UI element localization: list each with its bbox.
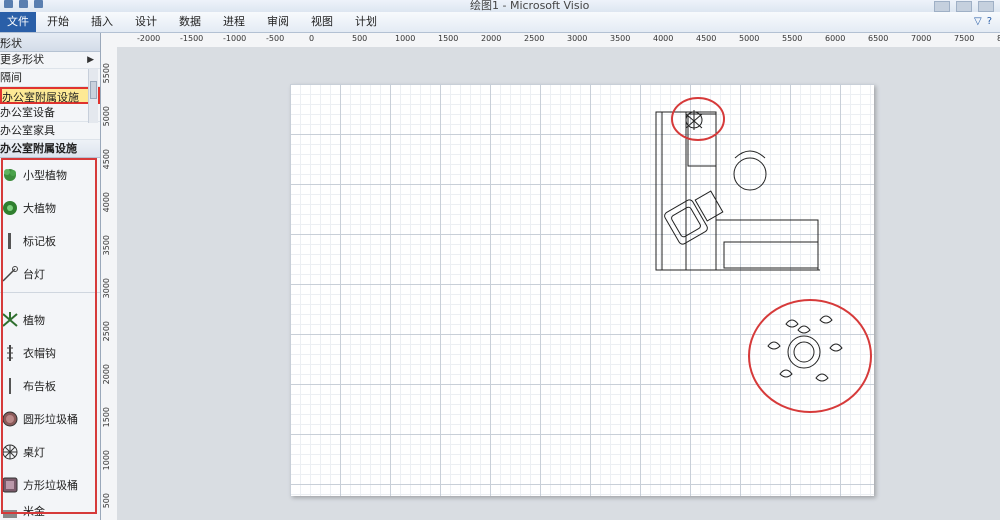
vertical-ruler: 5500 5000 4500 4000 3500 3000 2500 2000 1500 1000… <box>101 33 118 520</box>
stencil-list: 隔间 办公室附属设施 办公室设备 <box>0 69 100 123</box>
large-plant-drawing <box>767 315 843 382</box>
stencil-office-accessories[interactable]: 办公室附属设施 <box>0 87 100 104</box>
tab-design[interactable]: 设计 <box>124 12 168 32</box>
shape-round-trash[interactable]: 圆形垃圾桶 <box>0 402 100 435</box>
close-icon[interactable] <box>978 1 994 12</box>
ruler-tick-label: 2500 <box>524 34 545 43</box>
ruler-tick-label: 2000 <box>102 364 111 385</box>
ruler-tick-label: 6500 <box>868 34 889 43</box>
small-plant-icon <box>0 165 20 185</box>
ruler-tick-label: 4500 <box>102 149 111 170</box>
ribbon-minimize-icon[interactable]: ▽ <box>974 16 982 27</box>
shape-large-plant[interactable]: 大植物 <box>0 191 100 224</box>
ruler-tick-label: -500 <box>266 34 285 43</box>
ruler-tick-label: 3000 <box>567 34 588 43</box>
ruler-tick-label: -2000 <box>137 34 161 43</box>
tab-plan[interactable]: 计划 <box>344 12 388 32</box>
minimize-icon[interactable] <box>934 1 950 12</box>
floor-plan-drawing <box>655 97 872 413</box>
ruler-tick-label: 5500 <box>782 34 803 43</box>
ruler-tick-label: 3500 <box>610 34 631 43</box>
maximize-icon[interactable] <box>956 1 972 12</box>
ruler-tick-label: 500 <box>352 34 368 43</box>
collapse-panel-icon[interactable]: ‹ <box>0 34 94 47</box>
large-plant-highlight-circle <box>748 299 872 413</box>
ruler-tick-label: 1500 <box>102 407 111 428</box>
ruler-tick-label: 1000 <box>102 450 111 471</box>
ruler-tick-label: 5000 <box>739 34 760 43</box>
shape-icon <box>0 501 20 520</box>
file-tab[interactable]: 文件 <box>0 12 36 32</box>
tab-process[interactable]: 进程 <box>212 12 256 32</box>
ruler-tick-label: 4500 <box>696 34 717 43</box>
desk-lamp-icon <box>0 264 20 284</box>
horizontal-ruler: -2000 -1500 -1000 -500 0 500 1000 1500 2000 2500 3… <box>117 33 1000 48</box>
ruler-tick-label: 5000 <box>102 106 111 127</box>
shapes-panel-header: 形状 ‹ <box>0 33 100 52</box>
bulletin-board-icon <box>0 376 20 396</box>
shape-table-lamp[interactable]: 桌灯 <box>0 435 100 468</box>
scrollbar-thumb[interactable] <box>90 81 97 99</box>
ruler-tick-label: 500 <box>102 493 111 509</box>
shape-square-trash[interactable]: 方形垃圾桶 <box>0 468 100 501</box>
ruler-tick-label: 6000 <box>825 34 846 43</box>
ruler-tick-label: 0 <box>309 34 315 43</box>
ruler-tick-label: 7000 <box>911 34 932 43</box>
more-shapes-button[interactable]: 更多形状 ▶ <box>0 52 100 69</box>
shape-list: 小型植物 大植物 标记板 台灯 植物 衣帽钩 布告板 圆形垃圾桶 桌灯 方形垃圾… <box>0 158 100 520</box>
tab-home[interactable]: 开始 <box>36 12 80 32</box>
ruler-tick-label: 2000 <box>481 34 502 43</box>
title-bar: 绘图1 - Microsoft Visio <box>0 0 1000 12</box>
square-trash-icon <box>0 475 20 495</box>
round-chair-icon <box>733 150 767 191</box>
tab-data[interactable]: 数据 <box>168 12 212 32</box>
stencil-scrollbar[interactable] <box>88 69 98 123</box>
shapes-panel: 形状 ‹ 更多形状 ▶ 隔间 办公室附属设施 办公室设备 办公室家具 办公室附属… <box>0 33 101 520</box>
quick-access-toolbar[interactable] <box>4 0 43 10</box>
ruler-tick-label: 3000 <box>102 278 111 299</box>
window-title: 绘图1 - Microsoft Visio <box>470 0 590 12</box>
tab-insert[interactable]: 插入 <box>80 12 124 32</box>
stencil-office-furniture[interactable]: 办公室家具 <box>0 123 100 140</box>
shape-desk-lamp[interactable]: 台灯 <box>0 257 100 290</box>
large-plant-icon <box>0 198 20 218</box>
shape-plant[interactable]: 植物 <box>0 303 100 336</box>
ruler-tick-label: 4000 <box>653 34 674 43</box>
drawing-canvas[interactable] <box>117 47 1000 520</box>
ruler-tick-label: -1500 <box>180 34 204 43</box>
shape-marker-board[interactable]: 标记板 <box>0 224 100 257</box>
stencil-office-equipment[interactable]: 办公室设备 <box>0 104 100 122</box>
ruler-tick-label: 5500 <box>102 63 111 84</box>
ruler-tick-label: 4000 <box>102 192 111 213</box>
shape-bulletin-board[interactable]: 布告板 <box>0 369 100 402</box>
ruler-tick-label: 7500 <box>954 34 975 43</box>
shape-partial[interactable]: 米金 <box>0 501 100 520</box>
help-icon[interactable]: ? <box>987 16 992 27</box>
ribbon-tabs: 文件 开始 插入 设计 数据 进程 审阅 视图 计划 ▽? <box>0 12 1000 33</box>
computer-icon <box>694 190 724 222</box>
ruler-tick-label: -1000 <box>223 34 247 43</box>
ruler-tick-label: 1500 <box>438 34 459 43</box>
shape-group-divider <box>0 292 100 303</box>
round-trash-icon <box>0 409 20 429</box>
ruler-tick-label: 2500 <box>102 321 111 342</box>
table-lamp-icon <box>0 442 20 462</box>
shape-small-plant[interactable]: 小型植物 <box>0 158 100 191</box>
marker-board-icon <box>0 231 20 251</box>
stencil-cubicles[interactable]: 隔间 <box>0 69 100 87</box>
drawing-page[interactable] <box>290 84 874 496</box>
stencil-section-title: 办公室附属设施 <box>0 140 100 158</box>
ruler-tick-label: 3500 <box>102 235 111 256</box>
undo-icon[interactable] <box>19 0 28 8</box>
tab-review[interactable]: 审阅 <box>256 12 300 32</box>
shape-coat-rack[interactable]: 衣帽钩 <box>0 336 100 369</box>
plant-icon <box>0 310 20 330</box>
chevron-right-icon: ▶ <box>87 55 94 65</box>
ruler-tick-label: 1000 <box>395 34 416 43</box>
save-icon[interactable] <box>4 0 13 8</box>
window-controls[interactable] <box>934 1 994 12</box>
redo-icon[interactable] <box>34 0 43 8</box>
tab-view[interactable]: 视图 <box>300 12 344 32</box>
coat-rack-icon <box>0 343 20 363</box>
